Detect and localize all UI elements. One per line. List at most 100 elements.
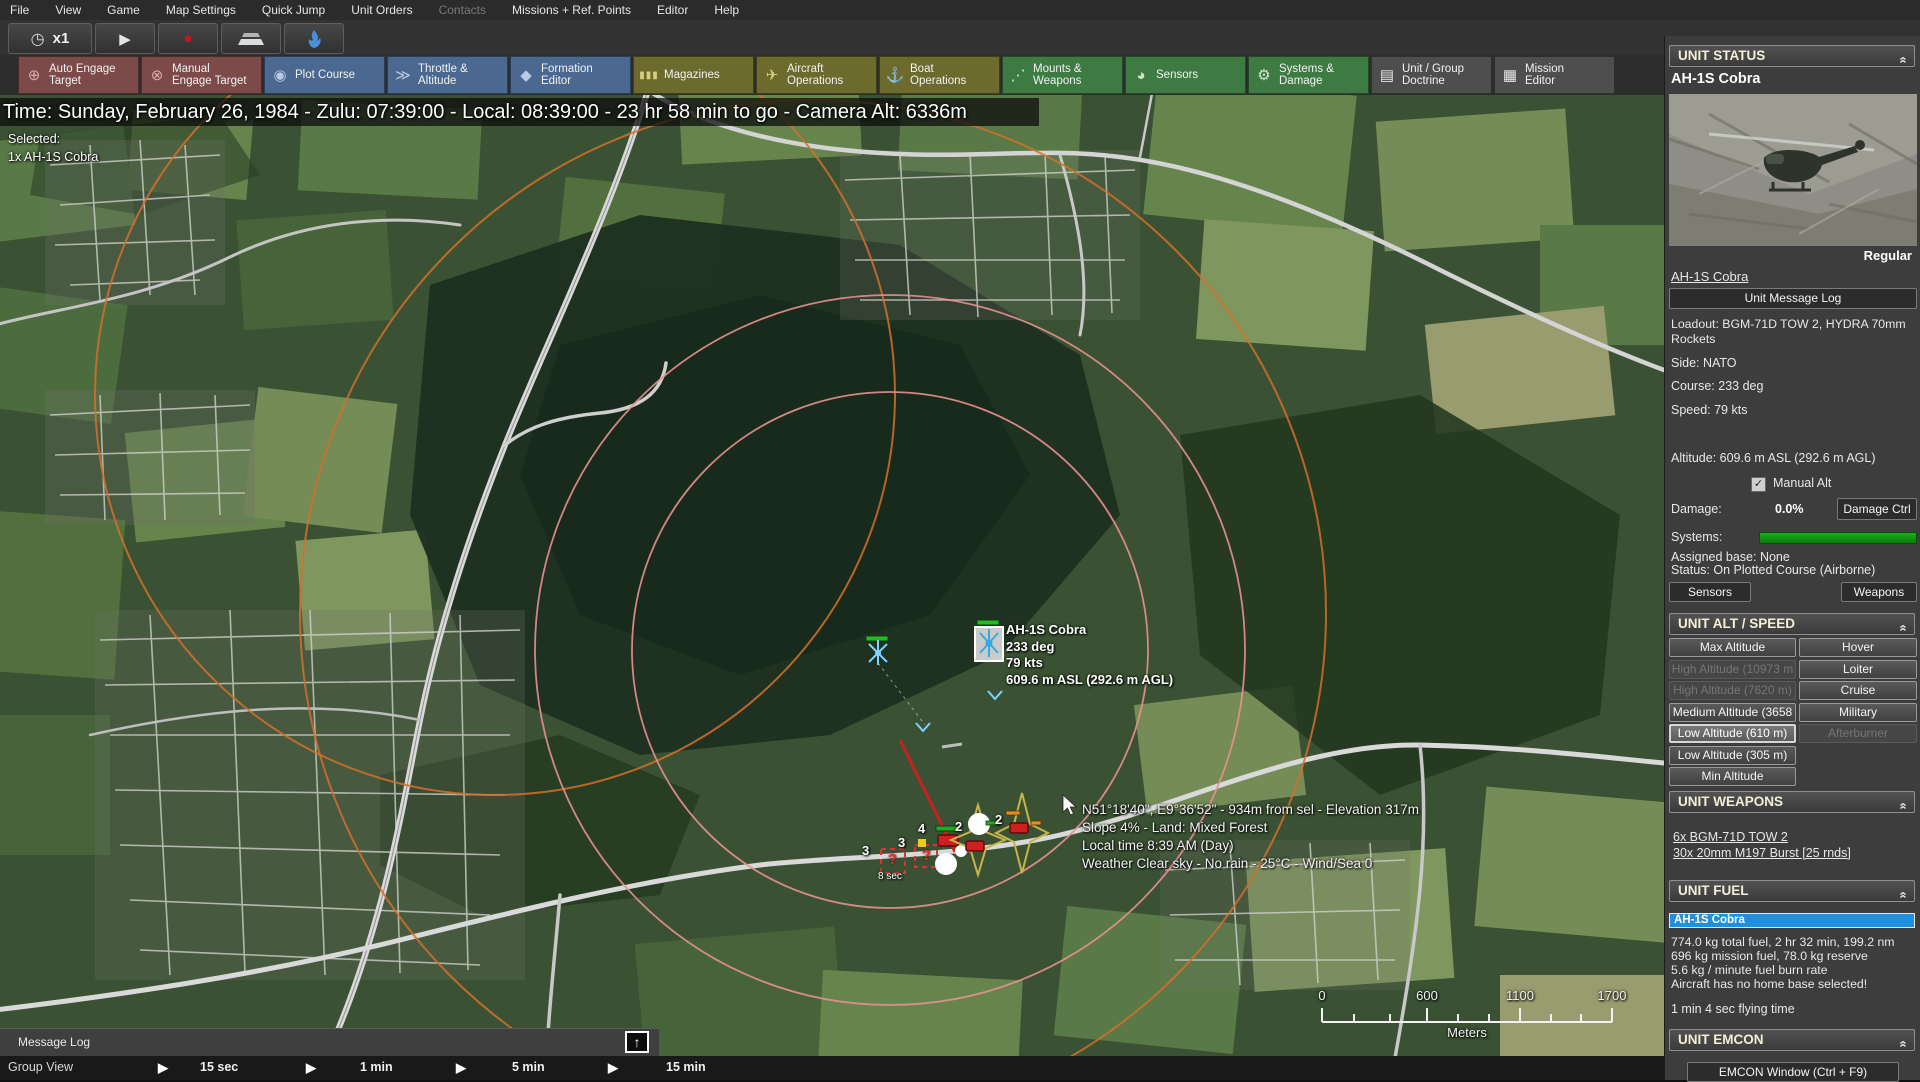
aircraft-operations-button[interactable]: ✈ Aircraft Operations [756, 56, 877, 94]
formation-editor-button[interactable]: ◆ Formation Editor [510, 56, 631, 94]
sensors-button-ribbon[interactable]: ◕ Sensors [1125, 56, 1246, 94]
time-step-1min[interactable]: 1 min [360, 1060, 393, 1074]
menu-view[interactable]: View [55, 3, 81, 17]
magazines-button[interactable]: ▮▮▮ Magazines [633, 56, 754, 94]
sensors-button[interactable]: Sensors [1669, 582, 1751, 602]
menu-editor[interactable]: Editor [657, 3, 688, 17]
menu-game[interactable]: Game [107, 3, 140, 17]
damage-label: Damage: [1671, 502, 1722, 516]
map-canvas [0, 95, 1664, 1080]
aircraft-icon: ✈ [765, 67, 779, 84]
speed-text: Speed: 79 kts [1671, 403, 1748, 417]
unit-name-label: AH-1S Cobra [1006, 622, 1087, 637]
menu-quick-jump[interactable]: Quick Jump [262, 3, 325, 17]
step-arrow-icon-1: ▶ [158, 1060, 168, 1075]
mounts-weapons-button[interactable]: ⋰ Mounts & Weapons [1002, 56, 1123, 94]
menu-map-settings[interactable]: Map Settings [166, 3, 236, 17]
fuel-line-mission: 696 kg mission fuel, 78.0 kg reserve [1671, 949, 1868, 963]
weapons-button[interactable]: Weapons [1841, 582, 1917, 602]
play-icon: ▶ [119, 30, 131, 48]
bookmark-jump-button[interactable] [284, 23, 344, 54]
tactical-map[interactable]: Time: Sunday, February 26, 1984 - Zulu: … [0, 95, 1664, 1080]
speed-loiter-button[interactable]: Loiter [1799, 660, 1917, 679]
systems-health-bar [1759, 532, 1917, 544]
manual-engage-target-button[interactable]: ⊗ Manual Engage Target [141, 56, 262, 94]
unit-emcon-header[interactable]: UNIT EMCON » [1669, 1029, 1915, 1051]
throttle-altitude-button[interactable]: ≫ Throttle & Altitude [387, 56, 508, 94]
step-arrow-icon-3: ▶ [456, 1060, 466, 1075]
play-button[interactable]: ▶ [95, 23, 155, 54]
alt-min-button[interactable]: Min Altitude [1669, 767, 1796, 786]
plot-course-icon: ◉ [273, 67, 287, 84]
unit-info-sidebar: UNIT STATUS » AH-1S Cobra Regular AH-1S … [1664, 36, 1920, 1082]
collapse-chevron-icon[interactable]: » [1892, 624, 1912, 631]
doctrine-doc-icon: ▤ [1379, 67, 1395, 84]
plot-course-button[interactable]: ◉ Plot Course [264, 56, 385, 94]
time-banner: Time: Sunday, February 26, 1984 - Zulu: … [0, 98, 1039, 126]
alt-max-button[interactable]: Max Altitude [1669, 638, 1796, 657]
unit-alt-speed-header[interactable]: UNIT ALT / SPEED » [1669, 613, 1915, 635]
time-compression-button[interactable]: ◷ x1 [8, 23, 92, 54]
damage-ctrl-button[interactable]: Damage Ctrl [1837, 498, 1917, 520]
collapse-chevron-icon[interactable]: » [1892, 56, 1912, 63]
selected-unit-ah1s[interactable] [974, 619, 1004, 662]
mission-editor-button[interactable]: ▦ Mission Editor [1494, 56, 1615, 94]
auto-engage-icon: ⊕ [27, 67, 41, 84]
damage-value: 0.0% [1775, 502, 1804, 516]
scale-tick-1100: 1100 [1506, 988, 1534, 1003]
manual-alt-checkbox[interactable]: ✓ [1751, 477, 1766, 492]
unit-db-link[interactable]: AH-1S Cobra [1671, 269, 1748, 284]
alt-medium-button[interactable]: Medium Altitude (3658 [1669, 703, 1796, 722]
boat-operations-button[interactable]: ⚓ Boat Operations [879, 56, 1000, 94]
selected-unit-datablock: AH-1S Cobra 233 deg 79 kts 609.6 m ASL (… [1006, 622, 1173, 688]
fuel-selected-unit[interactable]: AH-1S Cobra [1669, 913, 1915, 928]
weapon-link-m197[interactable]: 30x 20mm M197 Burst [25 rnds] [1673, 846, 1851, 861]
group-view-label[interactable]: Group View [8, 1060, 73, 1074]
alt-high-10973-button: High Altitude (10973 m [1669, 660, 1796, 679]
menu-missions-ref-points[interactable]: Missions + Ref. Points [512, 3, 631, 17]
ribbon-toolbar: ⊕ Auto Engage Target ⊗ Manual Engage Targe… [0, 55, 1664, 95]
unknown-contact-mark-1[interactable]: ? [888, 851, 897, 868]
scale-unit-label: Meters [1447, 1025, 1487, 1040]
fuel-line-total: 774.0 kg total fuel, 2 hr 32 min, 199.2 … [1671, 935, 1895, 949]
unit-weapons-header[interactable]: UNIT WEAPONS » [1669, 791, 1915, 813]
time-step-15min[interactable]: 15 min [666, 1060, 706, 1074]
unit-status-header[interactable]: UNIT STATUS » [1669, 45, 1915, 67]
layers-button[interactable] [221, 23, 281, 54]
manual-alt-label: Manual Alt [1773, 476, 1832, 490]
unknown-contact-mark-2[interactable]: ? [922, 847, 931, 864]
record-button[interactable]: ● [158, 23, 218, 54]
loadout-text: Loadout: BGM-71D TOW 2, HYDRA 70mm Rocke… [1671, 317, 1906, 346]
menu-unit-orders[interactable]: Unit Orders [351, 3, 412, 17]
weapon-link-tow[interactable]: 6x BGM-71D TOW 2 [1673, 830, 1788, 845]
systems-damage-button[interactable]: ⚙ Systems & Damage [1248, 56, 1369, 94]
time-multiplier-value: x1 [52, 30, 70, 47]
message-log-bar[interactable]: Message Log ↑ [0, 1028, 660, 1056]
auto-engage-target-button[interactable]: ⊕ Auto Engage Target [18, 56, 139, 94]
menu-help[interactable]: Help [714, 3, 739, 17]
waypoint-4[interactable]: 4 [918, 821, 925, 836]
time-step-5min[interactable]: 5 min [512, 1060, 545, 1074]
manual-engage-icon: ⊗ [150, 67, 164, 84]
expand-message-log-button[interactable]: ↑ [625, 1031, 649, 1053]
unit-group-doctrine-button[interactable]: ▤ Unit / Group Doctrine [1371, 56, 1492, 94]
unit-message-log-button[interactable]: Unit Message Log [1669, 288, 1917, 309]
waypoint-3a[interactable]: 3 [862, 843, 869, 858]
waypoint-2a[interactable]: 2 [955, 819, 962, 834]
alt-low-610-button[interactable]: Low Altitude (610 m) [1669, 724, 1796, 743]
speed-cruise-button[interactable]: Cruise [1799, 681, 1917, 700]
emcon-window-button[interactable]: EMCON Window (Ctrl + F9) [1687, 1062, 1899, 1082]
speed-military-button[interactable]: Military [1799, 703, 1917, 722]
waypoint-3b[interactable]: 3 [898, 835, 905, 850]
collapse-chevron-icon[interactable]: » [1892, 802, 1912, 809]
menu-file[interactable]: File [10, 3, 29, 17]
collapse-chevron-icon[interactable]: » [1892, 891, 1912, 898]
speed-hover-button[interactable]: Hover [1799, 638, 1917, 657]
unit-fuel-header[interactable]: UNIT FUEL » [1669, 880, 1915, 902]
alt-low-305-button[interactable]: Low Altitude (305 m) [1669, 746, 1796, 765]
flame-icon [308, 29, 321, 48]
time-step-15sec[interactable]: 15 sec [200, 1060, 238, 1074]
collapse-chevron-icon[interactable]: » [1892, 1040, 1912, 1047]
waypoint-2b[interactable]: 2 [995, 812, 1002, 827]
flying-time-text: 1 min 4 sec flying time [1671, 1002, 1795, 1016]
